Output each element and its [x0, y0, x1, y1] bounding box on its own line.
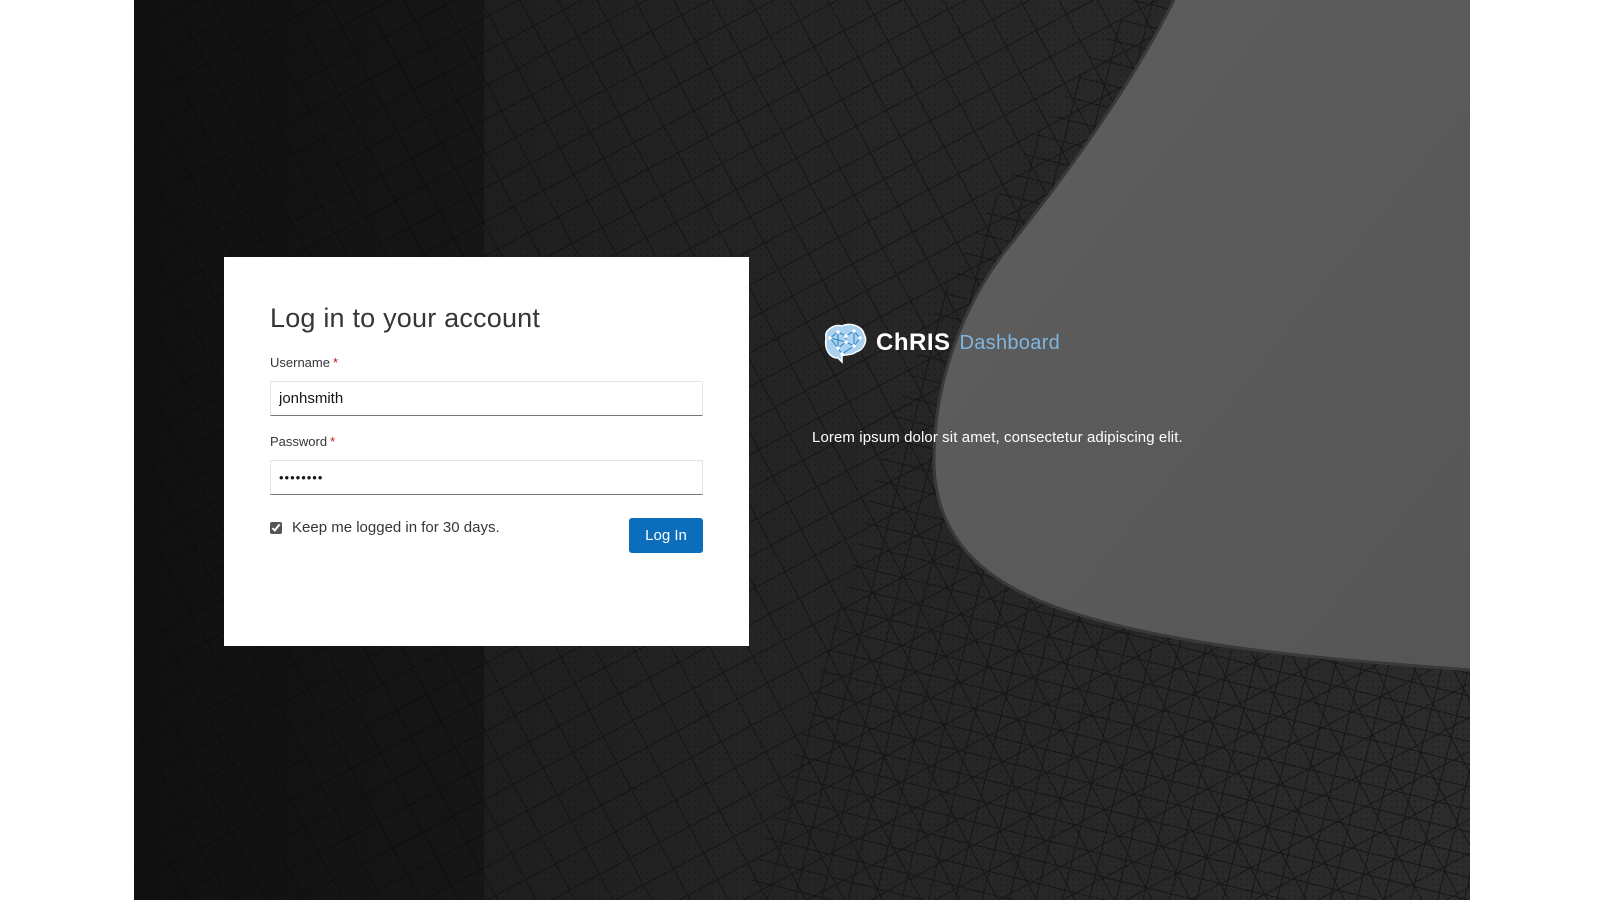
login-page-background: Log in to your account Username* Passwor…	[134, 0, 1470, 900]
brand-header: ChRIS Dashboard	[820, 321, 1060, 365]
remember-me-label[interactable]: Keep me logged in for 30 days.	[292, 519, 500, 536]
password-label-text: Password	[270, 434, 328, 449]
password-required-marker: *	[330, 434, 336, 449]
login-form-footer: Keep me logged in for 30 days. Log In	[270, 518, 703, 554]
login-button[interactable]: Log In	[629, 518, 703, 553]
login-card: Log in to your account Username* Passwor…	[224, 257, 749, 646]
remember-me-checkbox[interactable]	[270, 521, 282, 534]
brand-subtitle: Dashboard	[959, 331, 1061, 354]
brain-network-icon	[824, 323, 867, 364]
password-label: Password *	[270, 434, 703, 450]
username-label: Username *	[270, 355, 703, 371]
brand-tagline: Lorem ipsum dolor sit amet, consectetur …	[812, 429, 1183, 446]
username-input[interactable]	[270, 381, 703, 416]
username-required-marker: *	[332, 355, 339, 370]
remember-me-row: Keep me logged in for 30 days.	[270, 519, 500, 536]
password-input[interactable]	[270, 460, 703, 495]
username-label-text: Username	[270, 355, 330, 370]
brand-name: ChRIS	[876, 329, 951, 356]
login-title: Log in to your account	[270, 303, 541, 333]
